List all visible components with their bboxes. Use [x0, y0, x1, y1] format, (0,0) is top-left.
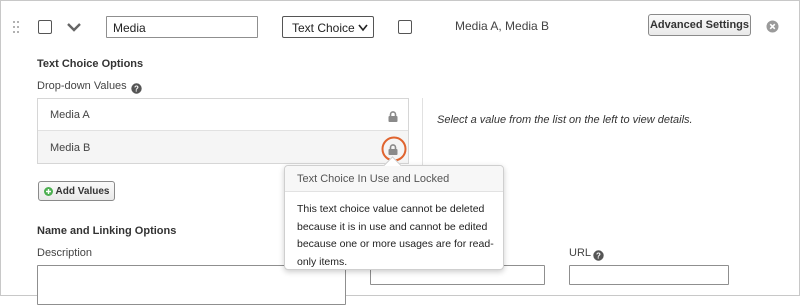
select-arrow-icon: [358, 24, 368, 32]
field-name-value: Media: [113, 21, 146, 35]
dropdown-values-label: Drop-down Values: [37, 80, 127, 92]
text-choice-section-title: Text Choice Options: [37, 58, 144, 70]
url-input[interactable]: [569, 265, 729, 285]
add-values-button[interactable]: Add Values: [38, 181, 115, 201]
dropdown-values-list: Media A Media B: [37, 98, 409, 164]
help-icon[interactable]: ?: [131, 81, 142, 94]
field-type-select[interactable]: Text Choice: [282, 16, 374, 38]
description-textarea[interactable]: [37, 265, 346, 305]
url-label: URL: [569, 247, 592, 259]
field-summary-text: Media A, Media B: [455, 19, 550, 33]
list-item-label: Media A: [50, 109, 90, 121]
svg-text:?: ?: [596, 252, 601, 261]
field-type-value: Text Choice: [292, 21, 355, 35]
tooltip-body: This text choice value cannot be deleted…: [297, 203, 494, 268]
locked-tooltip: Text Choice In Use and Locked This text …: [284, 156, 504, 270]
required-checkbox[interactable]: [398, 20, 412, 34]
add-values-label: Add Values: [55, 185, 110, 197]
svg-text:?: ?: [134, 85, 139, 94]
plus-circle-icon: [43, 186, 53, 196]
advanced-settings-button[interactable]: Advanced Settings: [648, 14, 751, 36]
list-item[interactable]: Media B: [38, 131, 408, 163]
name-linking-section-title: Name and Linking Options: [37, 225, 177, 237]
help-icon[interactable]: ?: [593, 248, 604, 261]
list-item-label: Media B: [50, 142, 91, 154]
divider: [422, 98, 423, 170]
lock-icon: [388, 109, 398, 122]
remove-field-icon[interactable]: [766, 20, 779, 33]
list-item[interactable]: Media A: [38, 99, 408, 131]
field-name-input[interactable]: Media: [106, 16, 258, 38]
chevron-down-icon[interactable]: [66, 20, 82, 32]
field-select-checkbox[interactable]: [38, 20, 52, 34]
description-label: Description: [37, 247, 93, 259]
drag-handle-icon[interactable]: [13, 21, 21, 33]
empty-detail-message: Select a value from the list on the left…: [437, 114, 693, 126]
tooltip-title: Text Choice In Use and Locked: [285, 166, 503, 192]
